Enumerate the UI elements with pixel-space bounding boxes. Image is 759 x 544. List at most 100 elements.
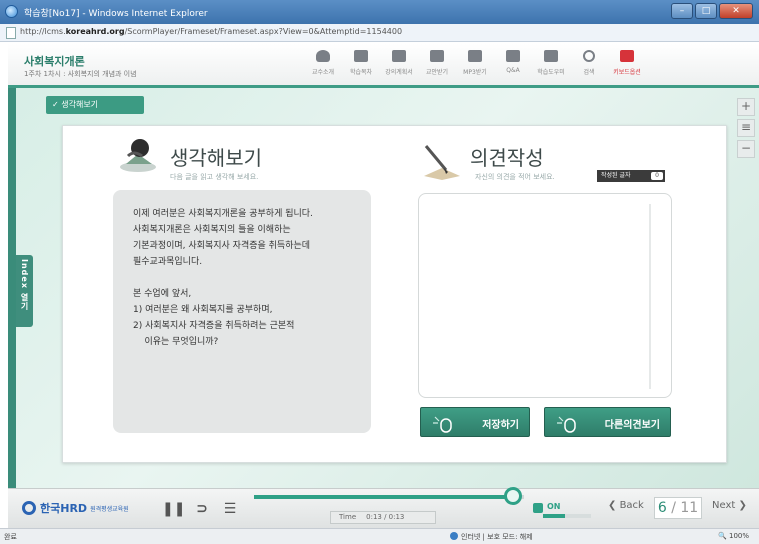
question-line: 2) 사회복지사 자격증을 취득하려는 근본적 xyxy=(133,321,295,331)
write-subtitle: 자신의 의견을 적어 보세요. xyxy=(475,173,555,181)
tool-qna[interactable]: Q&A xyxy=(494,50,532,76)
speaker-icon xyxy=(533,503,543,513)
time-label: Time xyxy=(339,513,357,521)
opinion-box xyxy=(418,193,672,398)
menu-button[interactable]: ≡ xyxy=(737,119,755,137)
other-opinions-button[interactable]: 다른의견보기 xyxy=(544,407,671,437)
back-button[interactable]: ❮ Back xyxy=(608,500,644,511)
mp3-icon xyxy=(468,50,482,62)
write-title: 의견작성 xyxy=(470,146,544,170)
window-controls: – □ ✕ xyxy=(671,3,753,19)
question-line: 사회복지개론은 사회복지의 틀을 이해하는 xyxy=(133,225,291,235)
next-button[interactable]: Next ❯ xyxy=(712,500,747,511)
index-tab-label: Index 열기 xyxy=(20,259,29,311)
maximize-button[interactable]: □ xyxy=(695,3,717,19)
tool-label: 학습도우미 xyxy=(537,69,565,76)
brand-logo: 한국HRD 원격평생교육원 xyxy=(22,500,129,516)
zoom-in-button[interactable]: + xyxy=(737,98,755,116)
section-tab: ✓ 생각해보기 xyxy=(46,96,144,114)
qna-icon xyxy=(506,50,520,62)
zoom-value: 100% xyxy=(728,532,749,540)
course-title: 사회복지개론 xyxy=(24,55,85,68)
back-label: Back xyxy=(619,500,644,511)
minimize-button[interactable]: – xyxy=(671,3,693,19)
tool-contents[interactable]: 학습목차 xyxy=(342,50,380,76)
window-title: 학습창[No17] - Windows Internet Explorer xyxy=(24,9,208,19)
save-button[interactable]: 저장하기 xyxy=(420,407,530,437)
volume-slider[interactable] xyxy=(543,514,591,518)
question-paragraph-2: 본 수업에 앞서, 1) 여러분은 왜 사회복지를 공부하며, 2) 사회복지사… xyxy=(133,286,361,350)
think-title: 생각해보기 xyxy=(170,146,262,170)
address-bar[interactable]: http://lcms.koreahrd.org/ScormPlayer/Fra… xyxy=(0,24,759,42)
index-tab[interactable]: Index 열기 xyxy=(16,255,33,327)
syllabus-icon xyxy=(392,50,406,62)
status-text: 완료 xyxy=(4,533,17,541)
char-count-badge: 작성된 글자 0 xyxy=(597,170,665,182)
close-button[interactable]: ✕ xyxy=(719,3,753,19)
stage-left-strip xyxy=(8,88,16,488)
opinion-textarea[interactable] xyxy=(427,202,647,390)
internet-explorer-icon xyxy=(5,5,18,18)
replay-button[interactable]: ⊃ xyxy=(193,500,211,518)
tool-search[interactable]: 검색 xyxy=(570,50,608,76)
page-icon xyxy=(6,27,16,39)
other-opinions-label: 다른의견보기 xyxy=(604,420,660,431)
pause-button[interactable]: ❚❚ xyxy=(162,500,185,518)
professor-icon xyxy=(316,50,330,62)
time-value: 0:13 / 0:13 xyxy=(366,513,405,521)
status-bar: 완료 인터넷 | 보호 모드: 해제 🔍 100% xyxy=(0,528,759,544)
list-button[interactable]: ☰ xyxy=(221,500,239,518)
tool-label: 교안받기 xyxy=(425,69,449,76)
question-line: 이유는 무엇입니까? xyxy=(133,337,219,347)
progress-bar[interactable] xyxy=(254,487,524,505)
pen-notebook-icon xyxy=(424,145,460,180)
tool-label: MP3받기 xyxy=(463,69,487,76)
tool-label: 강의계획서 xyxy=(385,69,413,76)
char-count-label: 작성된 글자 xyxy=(601,172,631,179)
app-header: 사회복지개론 1주차 1차시 : 사회복지의 개념과 이념 교수소개 학습목차 … xyxy=(8,44,759,88)
tool-label: 학습목차 xyxy=(349,69,373,76)
question-box: 이제 여러분은 사회복지개론을 공부하게 됩니다. 사회복지개론은 사회복지의 … xyxy=(113,190,371,433)
tool-label: Q&A xyxy=(506,67,520,74)
question-paragraph-1: 이제 여러분은 사회복지개론을 공부하게 됩니다. 사회복지개론은 사회복지의 … xyxy=(133,206,361,270)
download-icon xyxy=(430,50,444,62)
page-current: 6 xyxy=(657,500,667,516)
keyboard-icon xyxy=(620,50,634,62)
tool-helper[interactable]: 학습도우미 xyxy=(532,50,570,76)
tool-label: 교수소개 xyxy=(311,69,335,76)
zone-text: 인터넷 | 보호 모드: 해제 xyxy=(461,533,533,541)
sound-status: ON xyxy=(547,502,561,511)
time-display: Time 0:13 / 0:13 xyxy=(330,511,436,524)
security-zone: 인터넷 | 보호 모드: 해제 xyxy=(450,532,533,542)
sound-control[interactable]: ON xyxy=(533,500,595,518)
window-titlebar: 학습창[No17] - Windows Internet Explorer – … xyxy=(0,0,759,24)
tool-syllabus[interactable]: 강의계획서 xyxy=(380,50,418,76)
search-icon xyxy=(583,50,595,62)
url-suffix: /ScormPlayer/Frameset/Frameset.aspx?View… xyxy=(124,27,403,36)
question-line: 기본과정이며, 사회복지사 자격증을 취득하는데 xyxy=(133,241,311,251)
globe-icon xyxy=(450,532,458,540)
tool-professor[interactable]: 교수소개 xyxy=(304,50,342,76)
zoom-out-button[interactable]: − xyxy=(737,140,755,158)
tool-label: 키보드옵션 xyxy=(613,69,641,76)
question-line: 필수교과목입니다. xyxy=(133,257,203,267)
tool-mp3[interactable]: MP3받기 xyxy=(456,50,494,76)
opinion-scrollbar[interactable] xyxy=(649,204,651,389)
course-subtitle: 1주차 1차시 : 사회복지의 개념과 이념 xyxy=(24,70,137,78)
think-subtitle: 다음 글을 읽고 생각해 보세요. xyxy=(170,173,259,181)
url-prefix: http://lcms. xyxy=(20,27,66,36)
header-toolbar: 교수소개 학습목차 강의계획서 교안받기 MP3받기 Q&A 학습도우미 검색 … xyxy=(304,50,646,76)
logo-mark-icon xyxy=(22,501,36,515)
question-line: 1) 여러분은 왜 사회복지를 공부하며, xyxy=(133,305,273,315)
url-text[interactable]: http://lcms.koreahrd.org/ScormPlayer/Fra… xyxy=(20,27,402,36)
tool-download[interactable]: 교안받기 xyxy=(418,50,456,76)
volume-fill xyxy=(543,514,565,518)
next-label: Next xyxy=(712,500,736,511)
mouse-click-icon xyxy=(557,416,576,433)
helper-icon xyxy=(544,50,558,62)
mouse-click-icon xyxy=(433,416,452,433)
tool-label: 검색 xyxy=(583,69,595,76)
tool-keyboard[interactable]: 키보드옵션 xyxy=(608,50,646,76)
zoom-level[interactable]: 🔍 100% xyxy=(718,532,749,540)
save-label: 저장하기 xyxy=(482,420,519,431)
